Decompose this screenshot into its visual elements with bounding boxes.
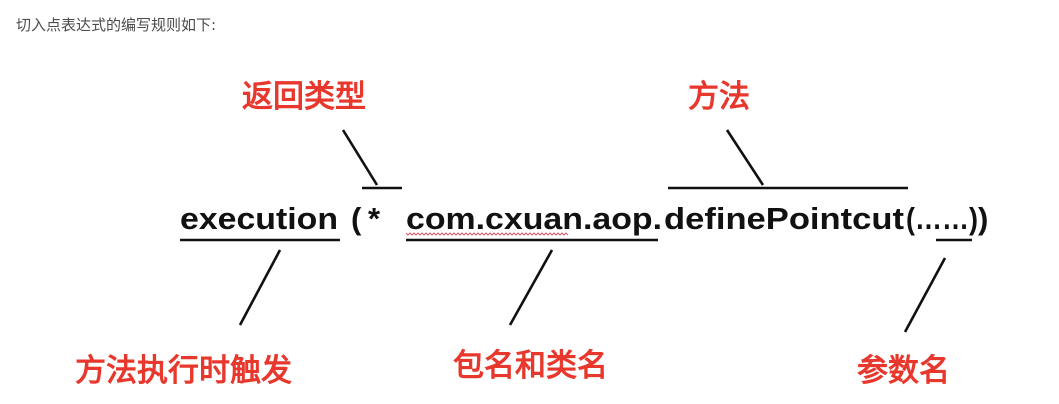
label-return-type: 返回类型 <box>242 79 366 115</box>
label-package-class: 包名和类名 <box>453 348 608 384</box>
expr-params: (……) <box>906 201 978 236</box>
connector-trigger <box>238 249 282 326</box>
expr-open-paren: ( <box>351 201 362 236</box>
label-trigger: 方法执行时触发 <box>75 353 292 389</box>
expr-package-class: com.cxuan.aop. <box>406 201 662 236</box>
expr-return-star: * <box>368 201 381 236</box>
expr-method-name: definePointcut <box>664 201 904 236</box>
expr-execution: execution <box>180 201 338 236</box>
connector-package-class <box>508 249 554 326</box>
label-method: 方法 <box>688 79 750 115</box>
connector-param-name <box>903 257 947 333</box>
connector-method <box>725 129 765 186</box>
connector-return-type <box>341 129 379 186</box>
label-param-name: 参数名 <box>857 353 950 389</box>
expr-close-paren: ) <box>978 201 988 236</box>
pointcut-diagram: 返回类型 方法 execution ( * com.cxuan.aop. def… <box>75 79 988 389</box>
